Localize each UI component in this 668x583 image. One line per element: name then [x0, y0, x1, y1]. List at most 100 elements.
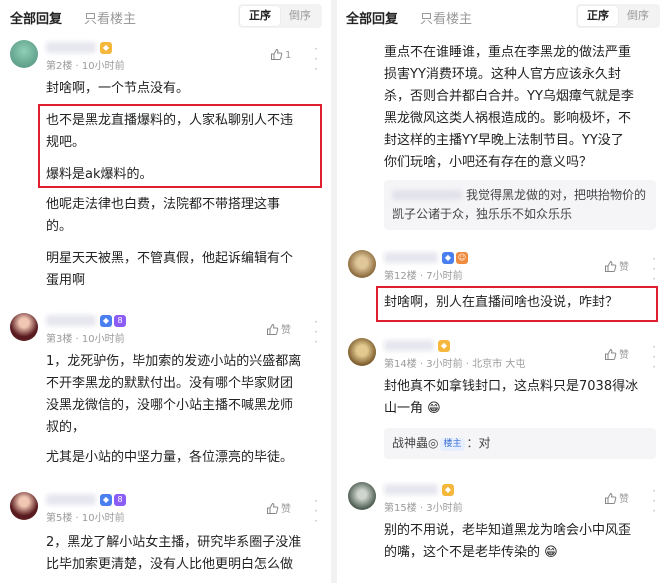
level-badge-icon: ◆ [442, 484, 454, 496]
nested-reply[interactable]: 战神蟲◎ 楼主 ：对 [384, 428, 656, 459]
comment-meta: 第15楼 · 3小时前 [384, 503, 463, 514]
text-line: 的。 [46, 219, 73, 234]
like-label: 赞 [619, 494, 629, 505]
vip-badge-icon: ◆ [442, 252, 454, 264]
like-button[interactable]: 赞 [604, 346, 629, 361]
op-tag: 楼主 [440, 438, 465, 451]
more-options-icon[interactable]: · · · [650, 485, 658, 517]
comment-text: 封他真不如拿钱封口，这点料只是7038得冰 山一角 😁 [384, 376, 656, 420]
right-panel: 全部回复 只看楼主 正序 倒序 重点不在谁睡谁，重点在李黑龙的做法严重 损害YY… [338, 0, 668, 583]
username-blurred[interactable] [384, 340, 434, 351]
avatar[interactable] [10, 40, 38, 68]
tab-all-replies[interactable]: 全部回复 [346, 8, 398, 27]
text-line: 也不是黑龙直播爆料的，人家私聊别人不违 [46, 113, 294, 128]
sort-desc-button[interactable]: 倒序 [280, 6, 320, 26]
username-blurred[interactable] [46, 315, 96, 326]
like-button[interactable]: 赞 [604, 490, 629, 505]
comment-text-continued: 他呢走法律也白费，法院都不带搭理这事 的。 明星天天被黑，不管真假，他起诉编辑有… [46, 194, 318, 292]
level-badge-icon: ◆ [438, 340, 450, 352]
username-blurred[interactable] [384, 252, 438, 263]
text-line: 没黑龙微信的，没哪个小站主播不喊黑龙师 [46, 398, 294, 413]
sort-desc-button[interactable]: 倒序 [618, 6, 658, 26]
reply-text: ：对 [466, 436, 491, 450]
thumbs-up-icon [271, 48, 283, 60]
text-line: 封这样的主播YY早晚上法制节目。YY没了 [384, 133, 624, 148]
nested-reply[interactable]: 我觉得黑龙做的对，把哄抬物价的凯子公诸于众，独乐乐不如众乐乐 [384, 180, 656, 230]
boxed-text: 也不是黑龙直播爆料的，人家私聊别人不违 规吧。 爆料是ak爆料的。 [46, 110, 318, 186]
boxed-text: 封啥啊，别人在直播间啥也没说，咋封？ [384, 295, 619, 310]
text-line: 1，龙死驴伤，毕加索的发迹小站的兴盛都离 [46, 354, 302, 369]
comment-meta: 第2楼 · 10小时前 [46, 61, 125, 72]
more-options-icon[interactable]: · · · [312, 316, 320, 348]
vip-badge-icon: ◆ [100, 315, 112, 327]
tab-op-only[interactable]: 只看楼主 [420, 8, 472, 27]
text-line: 叔的， [46, 420, 86, 435]
sort-toggle: 正序 倒序 [238, 4, 322, 28]
text-line: 比毕加索更清楚，没有人比他更明白怎么做 [46, 557, 294, 572]
comment-floor-15: ◆ 第15楼 · 3小时前 赞 · · · 别的不用说，老毕知道黑龙为啥会小中风歪 … [338, 482, 668, 583]
comment-floor-14: ◆ 第14楼 · 3小时前 · 北京市 大屯 赞 · · · 封他真不如拿钱封口，这… [338, 338, 668, 459]
reply-tabs: 全部回复 只看楼主 正序 倒序 [338, 0, 668, 32]
avatar[interactable] [348, 338, 376, 366]
sort-asc-button[interactable]: 正序 [578, 6, 618, 26]
text-line: 爆料是ak爆料的。 [46, 167, 153, 182]
comment-text: 别的不用说，老毕知道黑龙为啥会小中风歪 的嘴，这个不是老毕传染的 😁 [384, 520, 656, 564]
left-panel: 全部回复 只看楼主 正序 倒序 ◆ 第2楼 · 10小时前 1 · · · 封啥啊，… [0, 0, 330, 583]
text-line: 规吧。 [46, 135, 86, 150]
reply-author: 战神蟲◎ [392, 436, 439, 450]
text-line: 他呢走法律也白费，法院都不带搭理这事 [46, 197, 281, 212]
comment-meta: 第12楼 · 7小时前 [384, 271, 463, 282]
text-line: 封啥啊，一个节点没有。 [46, 81, 190, 96]
thumbs-up-icon [267, 323, 279, 335]
username-blurred[interactable] [46, 494, 96, 505]
text-line: 蛋用啊 [46, 273, 86, 288]
username-blurred[interactable] [46, 42, 96, 53]
comment-text: 2，黑龙了解小站女主播，研究毕系圈子没准 比毕加索更清楚，没有人比他更明白怎么做 [46, 532, 318, 576]
tab-op-only[interactable]: 只看楼主 [84, 8, 136, 27]
level-badge-icon: 8 [114, 494, 126, 506]
text-line: 明星天天被黑，不管真假，他起诉编辑有个 [46, 251, 294, 266]
avatar[interactable] [10, 492, 38, 520]
text-line: 封他真不如拿钱封口，这点料只是7038得冰 [384, 379, 639, 394]
thumbs-up-icon [605, 348, 617, 360]
text-line: 重点不在谁睡谁，重点在李黑龙的做法严重 [384, 45, 632, 60]
more-options-icon[interactable]: · · · [312, 43, 320, 75]
comment-meta: 第14楼 · 3小时前 · 北京市 大屯 [384, 359, 526, 370]
more-options-icon[interactable]: · · · [650, 341, 658, 373]
more-options-icon[interactable]: · · · [312, 495, 320, 527]
like-button[interactable]: 赞 [266, 500, 291, 515]
sort-asc-button[interactable]: 正序 [240, 6, 280, 26]
avatar[interactable] [348, 482, 376, 510]
text-line: 杀，否则合并都白合并。YY乌烟瘴气就是李 [384, 89, 634, 104]
more-options-icon[interactable]: · · · [650, 253, 658, 285]
reply-username-blurred [392, 190, 462, 200]
comment-text: 1，龙死驴伤，毕加索的发迹小站的兴盛都离 不开李黑龙的默默付出。没有哪个毕家财团… [46, 351, 318, 469]
like-button[interactable]: 赞 [604, 258, 629, 273]
avatar[interactable] [10, 313, 38, 341]
like-button[interactable]: 1 [270, 48, 291, 61]
like-label: 赞 [619, 262, 629, 273]
text-line: 黑龙微风这类人祸根造成的。影响极坏，不 [384, 111, 632, 126]
comment-text: 封啥啊，一个节点没有。 [46, 78, 318, 100]
sort-toggle: 正序 倒序 [576, 4, 660, 28]
text-line: 不开李黑龙的默默付出。没有哪个毕家财团 [46, 376, 294, 391]
emoji-badge-icon: ☺ [456, 252, 468, 264]
like-label: 赞 [281, 325, 291, 336]
like-label: 赞 [281, 504, 291, 515]
text-line: 的嘴，这个不是老毕传染的 😁 [384, 545, 558, 560]
panel-divider [331, 0, 337, 583]
comment-meta: 第3楼 · 10小时前 [46, 334, 125, 345]
comment-meta: 第5楼 · 10小时前 [46, 513, 125, 524]
text-line: 损害YY消费环境。这种人官方应该永久封 [384, 67, 621, 82]
comment-floor-5: ◆ 8 第5楼 · 10小时前 赞 · · · 2，黑龙了解小站女主播，研究毕系圈子… [0, 492, 330, 583]
comment-floor-2: ◆ 第2楼 · 10小时前 1 · · · 封啥啊，一个节点没有。 也不是黑龙直播爆… [0, 40, 330, 290]
vip-badge-icon: ◆ [100, 494, 112, 506]
avatar[interactable] [348, 250, 376, 278]
tab-all-replies[interactable]: 全部回复 [10, 8, 62, 27]
comment-text-continued: 重点不在谁睡谁，重点在李黑龙的做法严重 损害YY消费环境。这种人官方应该永久封 … [384, 42, 656, 174]
username-blurred[interactable] [384, 484, 438, 495]
text-line: 别的不用说，老毕知道黑龙为啥会小中风歪 [384, 523, 632, 538]
level-badge-icon: ◆ [100, 42, 112, 54]
like-button[interactable]: 赞 [266, 321, 291, 336]
text-line: 2，黑龙了解小站女主播，研究毕系圈子没准 [46, 535, 302, 550]
